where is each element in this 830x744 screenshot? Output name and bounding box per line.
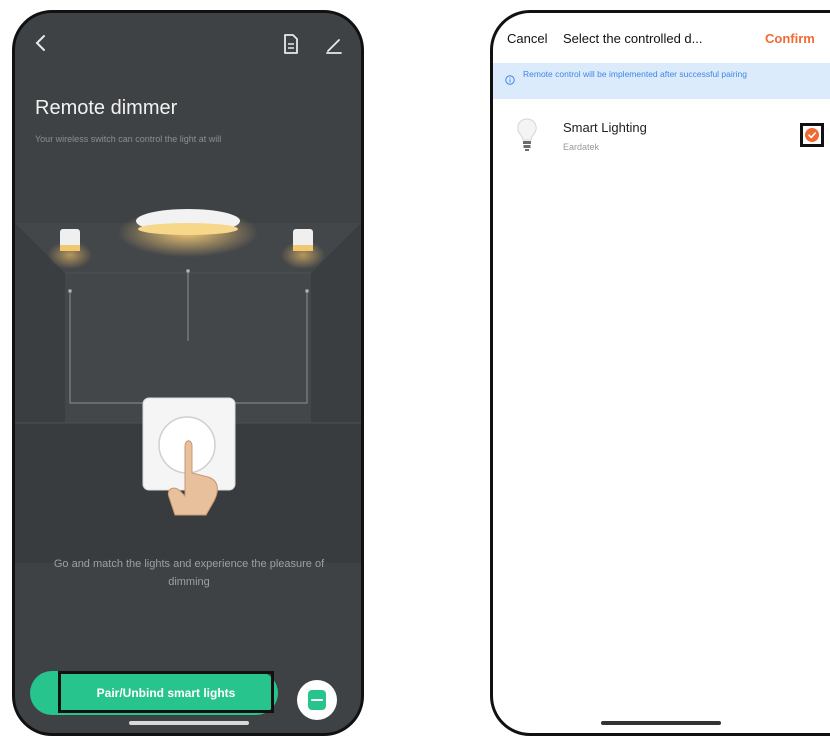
- select-device-screen: Cancel Select the controlled d... Confir…: [490, 10, 830, 736]
- dimmer-illustration: [15, 209, 361, 563]
- pairing-hint: Go and match the lights and experience t…: [53, 558, 325, 588]
- home-indicator: [601, 721, 721, 725]
- back-chevron-icon[interactable]: [29, 31, 53, 55]
- page-title: Select the controlled d...: [563, 31, 703, 46]
- info-banner-text: Remote control will be implemented after…: [523, 69, 747, 79]
- light-bulb-icon: [515, 117, 539, 153]
- switch-settings-button[interactable]: [297, 680, 337, 720]
- pair-unbind-button-label: Pair/Unbind smart lights: [96, 686, 236, 700]
- cancel-button[interactable]: Cancel: [507, 31, 547, 46]
- switch-icon-small: [308, 690, 326, 710]
- home-indicator: [129, 721, 249, 725]
- page-title: Remote dimmer: [35, 97, 178, 119]
- highlight-box: Pair/Unbind smart lights: [58, 671, 274, 713]
- check-icon: [805, 128, 819, 142]
- remote-dimmer-screen: Remote dimmer Your wireless switch can c…: [12, 10, 364, 736]
- edit-icon[interactable]: [324, 35, 344, 55]
- info-banner: Remote control will be implemented after…: [493, 63, 830, 99]
- ceiling-light: [118, 209, 258, 257]
- device-brand: Eardatek: [563, 142, 600, 152]
- info-icon: [505, 72, 515, 85]
- header: Cancel Select the controlled d... Confir…: [493, 13, 830, 63]
- list-item[interactable]: Smart Lighting Eardatek: [493, 109, 830, 169]
- document-icon[interactable]: [281, 33, 301, 55]
- page-subtitle: Your wireless switch can control the lig…: [35, 134, 222, 144]
- pair-unbind-button[interactable]: Pair/Unbind smart lights: [30, 671, 278, 715]
- device-name: Smart Lighting: [563, 120, 647, 135]
- confirm-button[interactable]: Confirm: [765, 31, 815, 46]
- device-checkbox[interactable]: [800, 123, 824, 147]
